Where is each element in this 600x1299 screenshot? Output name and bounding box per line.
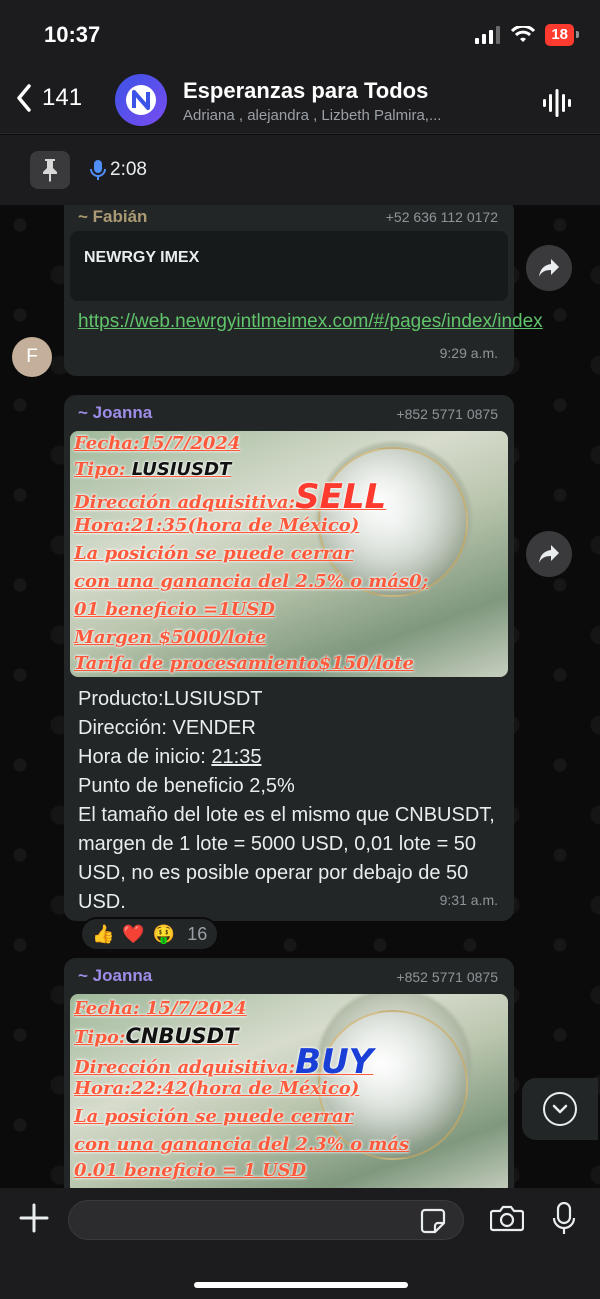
- image-text-line: Dirección adquisitiva:SELL: [74, 477, 387, 517]
- chat-header: 141 Esperanzas para Todos Adriana , alej…: [0, 70, 600, 134]
- time-link[interactable]: 21:35: [211, 746, 261, 768]
- sender-name[interactable]: ~ Joanna: [78, 403, 152, 423]
- message-image[interactable]: Fecha: 15/7/2024 Tipo:CNBUSDT Dirección …: [70, 994, 508, 1188]
- message-image[interactable]: Fecha:15/7/2024 Tipo: LUSIUSDT Dirección…: [70, 431, 508, 677]
- thumbs-up-reaction-icon: 👍: [92, 923, 115, 944]
- message-link[interactable]: https://web.newrgyintlmeimex.com/#/pages…: [78, 307, 543, 336]
- camera-icon[interactable]: [490, 1204, 524, 1232]
- forward-icon: [539, 259, 559, 277]
- microphone-icon[interactable]: [552, 1202, 576, 1236]
- sticker-icon[interactable]: [420, 1208, 446, 1234]
- reactions-bar[interactable]: 👍 ❤️ 🤑 16: [80, 917, 220, 951]
- forward-button[interactable]: [526, 531, 572, 577]
- reaction-count: 16: [187, 923, 208, 944]
- signal-icon: [475, 26, 501, 44]
- image-text-line: con una ganancia del 2.3% o más: [74, 1134, 410, 1155]
- wifi-icon: [511, 26, 536, 42]
- direction-buy: BUY: [295, 1042, 374, 1082]
- pinned-message-bar[interactable]: 2:08: [0, 135, 600, 205]
- forward-button[interactable]: [526, 245, 572, 291]
- status-bar: 10:37 18: [0, 0, 600, 70]
- forward-icon: [539, 545, 559, 563]
- message-bubble[interactable]: ~ Joanna +852 5771 0875 Fecha:15/7/2024 …: [64, 395, 514, 921]
- group-logo-icon: [126, 85, 156, 115]
- money-face-reaction-icon: 🤑: [152, 923, 176, 944]
- message-time: 9:29 a.m.: [439, 345, 498, 361]
- sender-phone[interactable]: +852 5771 0875: [396, 969, 498, 985]
- pinned-audio[interactable]: 2:08: [90, 159, 147, 181]
- image-text-line: Fecha: 15/7/2024: [74, 998, 247, 1019]
- link-preview[interactable]: NEWRGY IMEX: [70, 231, 508, 301]
- chat-area[interactable]: ~ Fabián +52 636 112 0172 NEWRGY IMEX ht…: [0, 205, 600, 1188]
- back-button[interactable]: 141: [16, 84, 82, 112]
- message-input[interactable]: [68, 1200, 464, 1240]
- message-bubble[interactable]: ~ Joanna +852 5771 0875 Fecha: 15/7/2024…: [64, 958, 514, 1188]
- pin-button[interactable]: [30, 151, 70, 189]
- input-bar: [0, 1188, 600, 1299]
- chat-members[interactable]: Adriana , alejandra , Lizbeth Palmira,..…: [183, 107, 503, 124]
- sender-phone[interactable]: +52 636 112 0172: [386, 209, 498, 225]
- heart-reaction-icon: ❤️: [122, 923, 145, 944]
- image-text-line: La posición se puede cerrar: [74, 1106, 354, 1127]
- sender-name[interactable]: ~ Joanna: [78, 966, 152, 986]
- image-text-line: Tarifa de procesamiento$150/lote: [74, 653, 414, 674]
- scroll-to-bottom-button[interactable]: [522, 1078, 598, 1140]
- image-text-line: 01 beneficio =1USD: [74, 599, 275, 620]
- chevron-left-icon: [17, 84, 31, 112]
- status-icons: 18: [475, 24, 579, 46]
- image-text-line: Margen $5000/lote: [74, 627, 267, 648]
- chevron-down-icon: [543, 1092, 577, 1126]
- image-text-line: Dirección adquisitiva:BUY: [74, 1042, 374, 1082]
- image-text-line: Hora:21:35(hora de México): [74, 515, 360, 536]
- pinned-audio-duration: 2:08: [110, 159, 147, 180]
- status-time: 10:37: [44, 22, 101, 47]
- image-text-line: Fecha:15/7/2024: [74, 433, 241, 454]
- image-text-line: Hora:22:42(hora de México): [74, 1078, 360, 1099]
- microphone-icon: [90, 160, 106, 180]
- sender-phone[interactable]: +852 5771 0875: [396, 406, 498, 422]
- battery-icon: 18: [545, 24, 579, 46]
- image-text-line: La posición se puede cerrar: [74, 543, 354, 564]
- image-text-line: con una ganancia del 2.5% o más0;: [74, 571, 429, 592]
- chat-title[interactable]: Esperanzas para Todos: [183, 78, 428, 104]
- message-time: 9:31 a.m.: [439, 892, 498, 908]
- voice-chat-icon[interactable]: [542, 88, 572, 118]
- plus-icon[interactable]: [18, 1202, 50, 1234]
- pin-icon: [43, 159, 57, 182]
- sender-name[interactable]: ~ Fabián: [78, 207, 147, 227]
- group-avatar[interactable]: [115, 74, 167, 126]
- link-preview-title: NEWRGY IMEX: [84, 249, 200, 266]
- unread-count: 141: [42, 84, 83, 111]
- home-indicator: [194, 1282, 408, 1288]
- direction-sell: SELL: [295, 477, 387, 517]
- message-bubble[interactable]: ~ Fabián +52 636 112 0172 NEWRGY IMEX ht…: [64, 205, 543, 376]
- message-text: Producto:LUSIUSDT Dirección: VENDER Hora…: [78, 688, 495, 913]
- image-text-line: 0.01 beneficio = 1 USD: [74, 1160, 307, 1181]
- avatar[interactable]: F: [12, 337, 52, 377]
